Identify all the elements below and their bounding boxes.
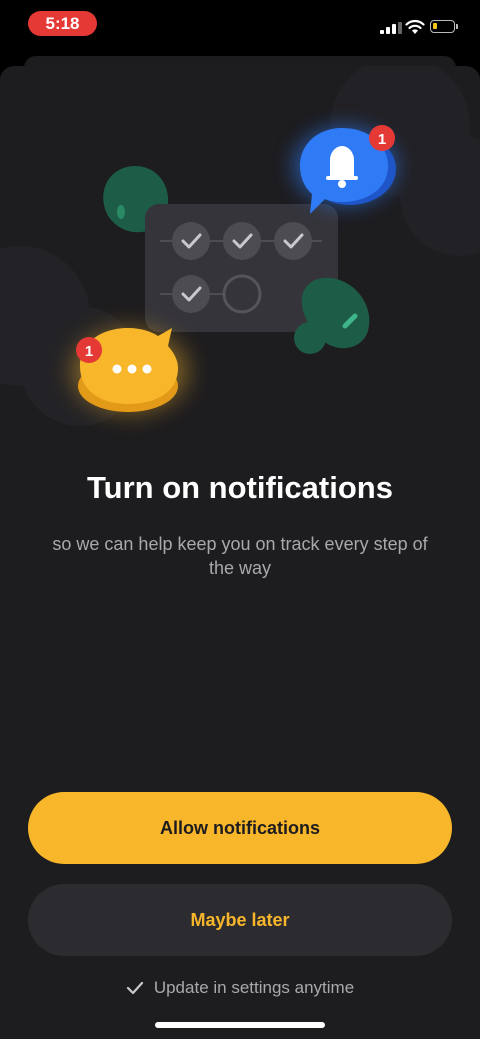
- home-indicator[interactable]: [155, 1022, 325, 1028]
- chat-badge-count: 1: [85, 343, 93, 360]
- notification-illustration: 1 1: [0, 66, 480, 426]
- bell-badge-count: 1: [378, 131, 386, 148]
- checkmark-icon: [126, 981, 143, 995]
- bell-notification-bubble: 1: [293, 125, 397, 214]
- battery-level: [433, 23, 437, 29]
- status-time: 5:18: [28, 11, 97, 36]
- battery-cap: [456, 24, 458, 29]
- battery-icon: [430, 20, 455, 33]
- page-title: Turn on notifications: [87, 470, 393, 505]
- settings-note: Update in settings anytime: [0, 978, 480, 998]
- notification-sheet: 1 1 Turn on notifications so we can help…: [0, 66, 480, 1039]
- status-bar: 5:18: [0, 0, 480, 50]
- plant-icon: [294, 277, 370, 354]
- maybe-later-button[interactable]: Maybe later: [28, 884, 452, 956]
- page-subtitle: so we can help keep you on track every s…: [52, 534, 428, 578]
- wifi-icon: [405, 19, 425, 34]
- chat-notification-bubble: 1: [72, 328, 188, 413]
- settings-note-text: Update in settings anytime: [153, 978, 355, 997]
- signal-icon: [380, 22, 402, 34]
- allow-notifications-button[interactable]: Allow notifications: [28, 792, 452, 864]
